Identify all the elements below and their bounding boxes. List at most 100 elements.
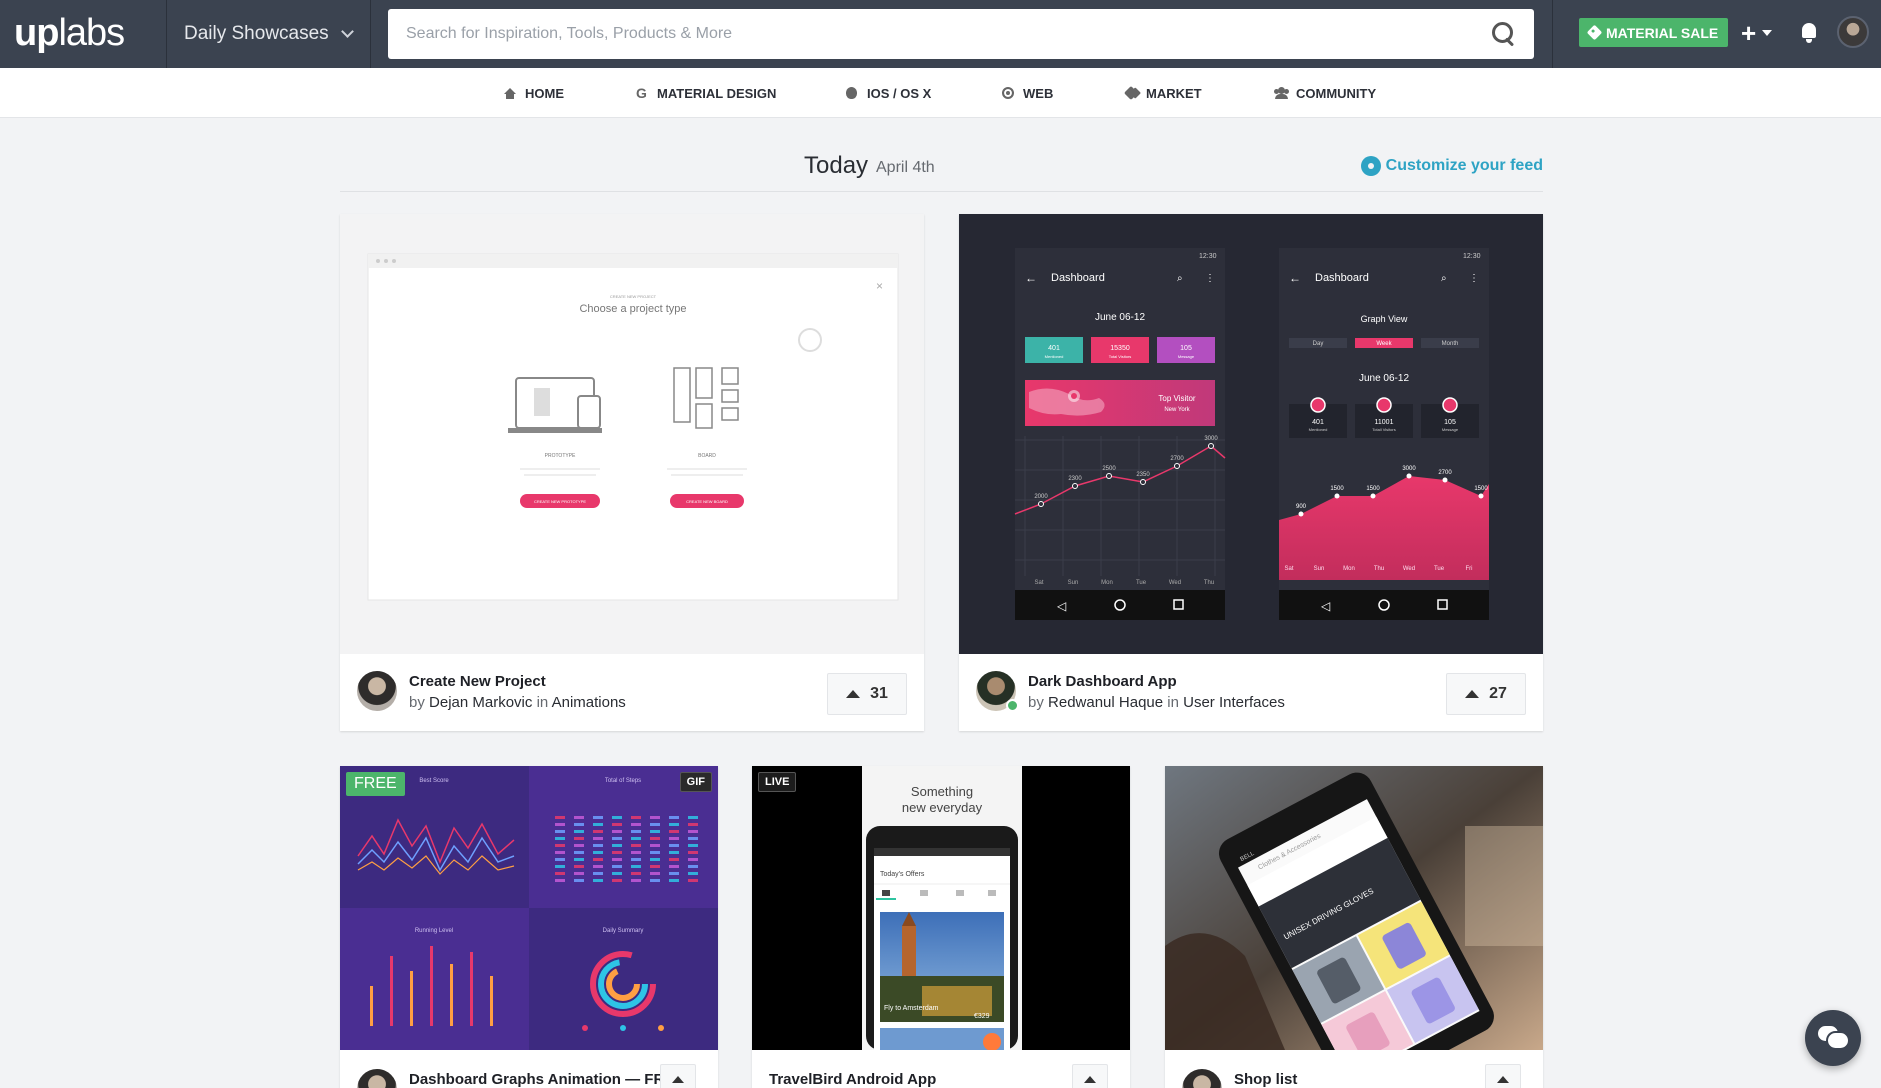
step-bar [688,879,698,882]
shot-thumbnail[interactable]: Best Score Total of Steps Running Level … [340,766,718,1050]
line-point [1072,483,1078,489]
point-label: 2500 [1102,466,1116,472]
mock-heading: Choose a project type [579,303,686,315]
nav-ios-label: IOS / OS X [867,85,932,101]
running-bar [450,964,453,1026]
step-bar [669,872,679,875]
running-bar [370,986,373,1026]
plus-icon: + [1741,17,1757,48]
back-icon: ◁ [1321,599,1331,613]
step-bar [593,816,603,819]
day-label: Tue [1434,566,1445,572]
day-label: Sun [1068,580,1079,586]
upvote-button[interactable] [1072,1064,1108,1088]
day-label: Mon [1343,566,1355,572]
step-bar [650,865,660,868]
shot-title[interactable]: Dashboard Graphs Animation — FR... [409,1071,677,1088]
step-bar [593,823,603,826]
point-label: 2000 [1034,494,1048,500]
point-label: 3000 [1402,466,1416,472]
step-bar [650,823,660,826]
area-point [1478,493,1484,499]
step-bar [631,865,641,868]
step-bar [593,865,603,868]
shot-card[interactable]: 12:30 ← Dashboard ⌕ ⋮ June 06-12 401 153… [959,214,1543,731]
shot-footer: Shop list [1165,1050,1543,1088]
stat-message-label: Message [1442,427,1459,432]
user-avatar[interactable] [1837,16,1869,48]
shot-title[interactable]: Shop list [1234,1071,1297,1088]
message-icon [1442,397,1458,413]
author-name[interactable]: Redwanul Haque [1048,694,1163,711]
shot-thumbnail[interactable]: 12:30 ← Dashboard ⌕ ⋮ June 06-12 401 153… [959,214,1543,654]
author-avatar[interactable] [1182,1069,1222,1088]
author-avatar[interactable] [357,671,397,711]
line-point [1208,443,1214,449]
shot-byline: by Redwanul Haque in User Interfaces [1028,694,1285,711]
status-time: 12:30 [1463,253,1481,260]
free-badge: FREE [346,772,405,796]
customize-feed-link[interactable]: Customize your feed [1362,157,1543,175]
stat-message-label: Message [1178,354,1195,359]
material-sale-button[interactable]: MATERIAL SALE [1579,18,1729,47]
showcase-dropdown[interactable]: Daily Showcases [168,0,368,68]
day-label: Sun [1314,566,1325,572]
shot-thumbnail[interactable]: Something new everyday Today's Offers Fl… [752,766,1130,1051]
upvote-button[interactable]: 31 [827,673,907,715]
author-avatar[interactable] [357,1069,397,1088]
tags-icon [1123,85,1138,101]
uplabs-logo[interactable]: up labs [14,12,125,54]
search-icon[interactable] [1492,22,1516,46]
shot-title[interactable]: Create New Project [409,673,546,690]
shot-title[interactable]: Dark Dashboard App [1028,673,1177,690]
nav-ios[interactable]: IOS / OS X [845,68,931,118]
panel-running-level: Running Level [415,928,453,934]
running-bar [470,952,473,1026]
step-bar [612,865,622,868]
shot-thumbnail[interactable]: CREATE NEW PROJECT Choose a project type… [340,214,924,654]
divider [166,0,167,68]
line-point [1106,473,1112,479]
step-bar [574,872,584,875]
mock-button-prototype: CREATE NEW PROTOTYPE [534,499,586,504]
chat-icon[interactable] [1805,1010,1861,1066]
globe-icon [1001,87,1014,99]
category-link[interactable]: Animations [552,694,626,711]
step-bar [612,823,622,826]
nav-material-design[interactable]: G MATERIAL DESIGN [635,68,776,118]
area-point [1334,493,1340,499]
nav-home[interactable]: HOME [503,68,564,118]
search-input[interactable] [406,25,1492,43]
day-label: Mon [1101,580,1113,586]
shot-title[interactable]: TravelBird Android App [769,1071,936,1088]
step-bar [669,816,679,819]
main-nav: HOME G MATERIAL DESIGN IOS / OS X WEB MA… [0,68,1881,118]
step-bar [574,858,584,861]
step-bar [688,844,698,847]
shot-card[interactable]: CREATE NEW PROJECT Choose a project type… [340,214,924,731]
nav-market[interactable]: MARKET [1123,68,1202,118]
vote-count: 31 [870,685,888,702]
running-bar [490,976,493,1026]
shot-card[interactable]: Something new everyday Today's Offers Fl… [752,766,1130,1088]
shot-thumbnail[interactable]: BELL Clothes & Accessories UNISEX DRIVIN… [1165,766,1543,1088]
twitter-icon [1310,397,1326,413]
upvote-button[interactable] [1485,1064,1521,1088]
step-bar [669,844,679,847]
nav-community[interactable]: COMMUNITY [1274,68,1376,118]
create-menu-button[interactable]: + [1741,17,1773,48]
upvote-button[interactable]: 27 [1446,673,1526,715]
author-name[interactable]: Dejan Markovic [429,694,532,711]
step-bar [593,858,603,861]
shot-card[interactable]: Best Score Total of Steps Running Level … [340,766,718,1088]
nav-web[interactable]: WEB [1001,68,1053,118]
day-label: Wed [1169,580,1181,586]
map-title: Top Visitor [1158,394,1196,403]
step-bar [574,879,584,882]
stat-visitors: 11001 [1375,419,1394,426]
upvote-button[interactable] [660,1064,696,1088]
category-link[interactable]: User Interfaces [1183,694,1285,711]
bell-icon[interactable] [1800,22,1818,44]
step-bar [612,851,622,854]
shot-card[interactable]: BELL Clothes & Accessories UNISEX DRIVIN… [1165,766,1543,1088]
